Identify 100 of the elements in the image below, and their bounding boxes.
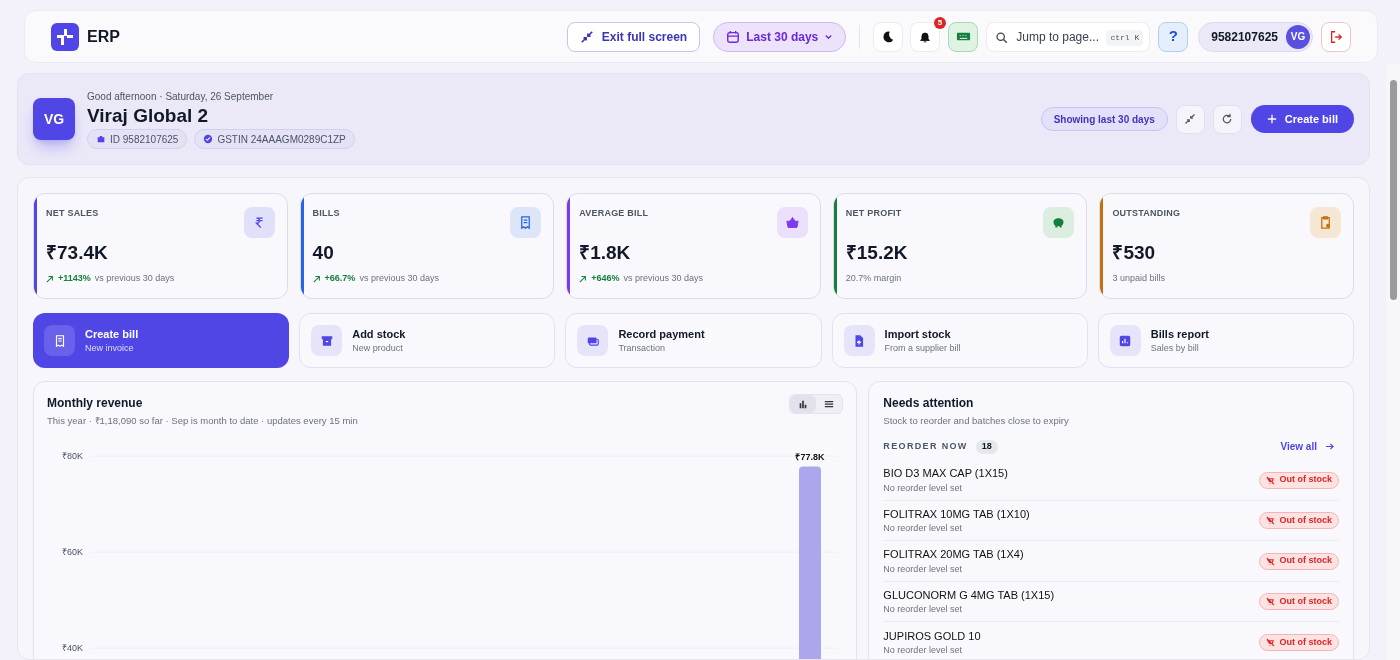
item-note: No reorder level set (883, 522, 963, 535)
stat-label: AVERAGE BILL (579, 207, 650, 220)
menu-icon (824, 399, 835, 409)
create-bill-button[interactable]: Create bill (1250, 105, 1354, 133)
stat-value: 40 (312, 240, 335, 265)
collapse-button[interactable] (1175, 104, 1205, 134)
stat-value: ₹530 (1112, 240, 1157, 265)
status-badge: Out of stock (1259, 593, 1339, 610)
count-badge: 18 (975, 440, 998, 454)
stat-value: ₹1.8K (579, 240, 632, 265)
action-subtitle: Transaction (618, 342, 667, 355)
refresh-button[interactable] (1212, 104, 1242, 134)
company-avatar: VG (33, 98, 75, 140)
status-badge: Out of stock (1259, 552, 1339, 570)
quick-action[interactable]: Import stock From a supplier bill (831, 313, 1088, 368)
y-axis-label: ₹40K (62, 643, 83, 653)
clipboard-icon (1318, 215, 1333, 230)
item-name: FOLITRAX 20MG TAB (1X4) (883, 547, 1025, 562)
cart-off-icon (1266, 638, 1276, 647)
stat-label: BILLS (312, 207, 341, 220)
stat-note: vs previous 30 days (623, 272, 703, 285)
view-all-link[interactable]: View all (1280, 439, 1334, 455)
section-label: REORDER NOW (883, 440, 968, 453)
logout-icon (1329, 29, 1343, 44)
logo-text: ERP (87, 26, 120, 47)
action-subtitle: New invoice (85, 342, 135, 355)
range-badge: Showing last 30 days (1040, 107, 1168, 131)
status-badge: Out of stock (1259, 634, 1339, 651)
action-subtitle: Sales by bill (1150, 342, 1200, 355)
item-name: GLUCONORM G 4MG TAB (1X15) (883, 587, 1056, 603)
notifications-button[interactable] (910, 21, 941, 52)
item-note: No reorder level set (883, 481, 963, 495)
quick-action[interactable]: Bills report Sales by bill (1097, 313, 1354, 368)
status-badge: Out of stock (1259, 471, 1339, 489)
dark-mode-button[interactable] (873, 21, 904, 52)
card-subtitle: Stock to reorder and batches close to expiry (883, 414, 1070, 428)
cart-off-icon (1266, 516, 1276, 525)
moon-icon (881, 29, 896, 44)
calendar-icon (726, 29, 741, 44)
y-axis-label: ₹60K (62, 547, 83, 557)
collapse-arrows-icon (579, 29, 594, 44)
item-name: JUPIROS GOLD 10 (883, 628, 982, 644)
bar-chart-icon (798, 399, 809, 409)
action-title: Bills report (1150, 326, 1209, 342)
refresh-icon (1221, 113, 1234, 125)
cart-off-icon (1266, 597, 1276, 606)
verified-icon (203, 134, 214, 144)
quick-action[interactable]: Create bill New invoice (33, 313, 290, 368)
stat-change: +66.7% (324, 272, 356, 285)
card-title: Monthly revenue (47, 395, 143, 412)
help-button[interactable]: ? (1158, 21, 1189, 52)
action-subtitle: From a supplier bill (884, 342, 961, 355)
badge-icon (96, 134, 106, 144)
stat-value: ₹73.4K (46, 240, 109, 265)
box-icon (319, 333, 334, 348)
stat-label: OUTSTANDING (1112, 207, 1182, 220)
notification-count-badge: 5 (933, 16, 947, 29)
account-button[interactable]: 9582107625 VG (1198, 21, 1313, 52)
item-note: No reorder level set (883, 603, 963, 616)
plus-icon (1266, 114, 1277, 124)
basket-icon (784, 215, 800, 230)
chart-view-toggle[interactable] (790, 395, 817, 413)
logout-button[interactable] (1321, 21, 1351, 52)
cart-off-icon (1266, 556, 1276, 566)
action-title: Add stock (352, 326, 406, 342)
item-note: No reorder level set (883, 644, 963, 657)
scrollbar[interactable] (1386, 64, 1400, 660)
bell-icon (918, 29, 933, 44)
stat-change: +646% (591, 272, 620, 285)
bar-value-label: ₹77.8K (795, 451, 825, 462)
action-subtitle: New product (352, 342, 404, 355)
bar-chart-icon (1118, 333, 1133, 348)
stat-note: 20.7% margin (845, 272, 902, 285)
item-name: BIO D3 MAX CAP (1X15) (883, 466, 1009, 481)
stat-note: vs previous 30 days (94, 272, 175, 285)
y-axis-label: ₹80K (62, 451, 83, 461)
trend-up-icon (312, 274, 321, 283)
avatar: VG (1286, 24, 1310, 49)
collapse-arrows-icon (1184, 113, 1197, 125)
gstin-chip: GSTIN 24AAAGM0289C1ZP (194, 129, 355, 149)
quick-action[interactable]: Record payment Transaction (565, 313, 822, 368)
logo-icon (51, 22, 79, 51)
exit-fullscreen-button[interactable]: Exit full screen (566, 21, 701, 52)
quick-action[interactable]: Add stock New product (299, 313, 556, 368)
greeting-text: Good afternoon · Saturday, 26 September (87, 90, 275, 104)
stat-change: +1143% (58, 272, 91, 285)
id-chip: ID 9582107625 (87, 129, 188, 149)
keyboard-button[interactable] (948, 21, 979, 52)
action-title: Create bill (85, 326, 139, 342)
item-name: FOLITRAX 10MG TAB (1X10) (883, 506, 1031, 522)
cart-off-icon (1266, 475, 1276, 485)
search-icon (995, 30, 1009, 44)
stat-label: NET PROFIT (845, 207, 903, 220)
card-subtitle: This year · ₹1,18,090 so far · Sep is month to date · updates every 15 min (47, 414, 359, 428)
card-title: Needs attention (883, 395, 975, 412)
action-title: Record payment (618, 326, 705, 342)
trend-up-icon (46, 274, 54, 283)
date-range-button[interactable]: Last 30 days (713, 21, 847, 52)
trend-up-icon (579, 274, 588, 283)
arrow-right-icon (1325, 442, 1334, 452)
